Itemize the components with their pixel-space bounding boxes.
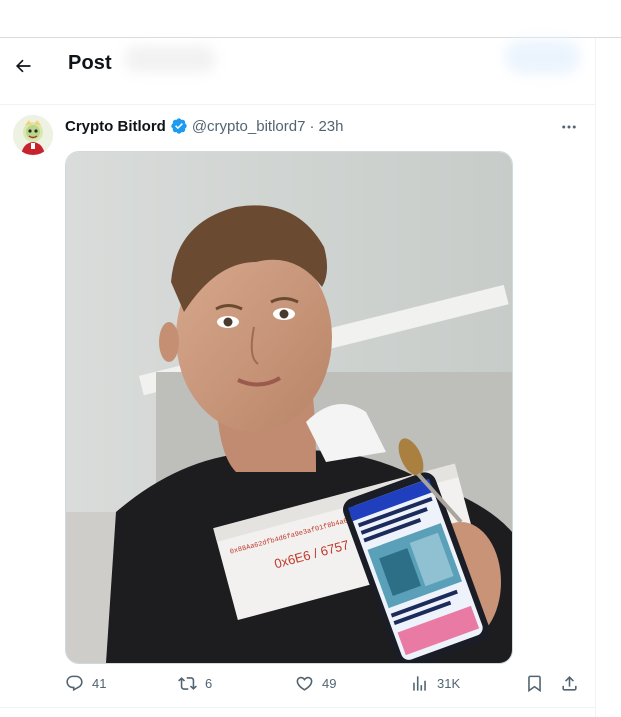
avatar[interactable] (13, 115, 53, 155)
share-button[interactable] (560, 674, 579, 693)
repost-count: 6 (205, 676, 213, 691)
back-button[interactable] (8, 51, 38, 81)
more-options-button[interactable] (558, 116, 580, 138)
blurred-background-button (505, 40, 580, 74)
post-actions: 41 6 49 31K (65, 674, 585, 698)
separator-dot: · (309, 117, 315, 135)
repost-icon (178, 677, 197, 690)
author-handle[interactable]: @crypto_bitlord7 (192, 118, 306, 135)
repost-button[interactable]: 6 (178, 674, 212, 693)
views-icon (413, 676, 426, 691)
more-icon (562, 125, 576, 129)
post-column: Post Crypto Bitlord @crypto_bitlord7 · 2… (0, 38, 596, 717)
like-button[interactable]: 49 (295, 674, 336, 693)
post-time[interactable]: 23h (318, 118, 343, 135)
views-button[interactable]: 31K (410, 674, 460, 693)
divider (0, 707, 595, 708)
like-count: 49 (322, 676, 337, 691)
selfie-photo: 0x88Aa62dfb4d6fa9e3af01f8b4a6d9f0917e4a0… (66, 152, 512, 663)
reply-icon (66, 675, 83, 692)
post-image[interactable]: 0x88Aa62dfb4d6fa9e3af01f8b4a6d9f0917e4a0… (65, 151, 513, 664)
share-icon (562, 676, 577, 691)
author-name[interactable]: Crypto Bitlord (65, 118, 166, 135)
back-arrow-icon (15, 59, 31, 73)
avatar-image (13, 115, 53, 155)
page-title: Post (68, 52, 112, 74)
post-header: Post (0, 38, 595, 105)
verified-badge-icon (171, 118, 187, 134)
right-margin (596, 38, 621, 717)
bookmark-icon (528, 675, 541, 693)
blurred-background-text (125, 46, 215, 72)
reply-button[interactable]: 41 (65, 674, 106, 693)
views-count: 31K (437, 676, 461, 691)
browser-top-area (0, 0, 621, 38)
like-icon (296, 676, 313, 691)
bookmark-button[interactable] (525, 674, 544, 693)
reply-count: 41 (92, 676, 107, 691)
post-author: Crypto Bitlord @crypto_bitlord7 · 23h (65, 117, 343, 135)
